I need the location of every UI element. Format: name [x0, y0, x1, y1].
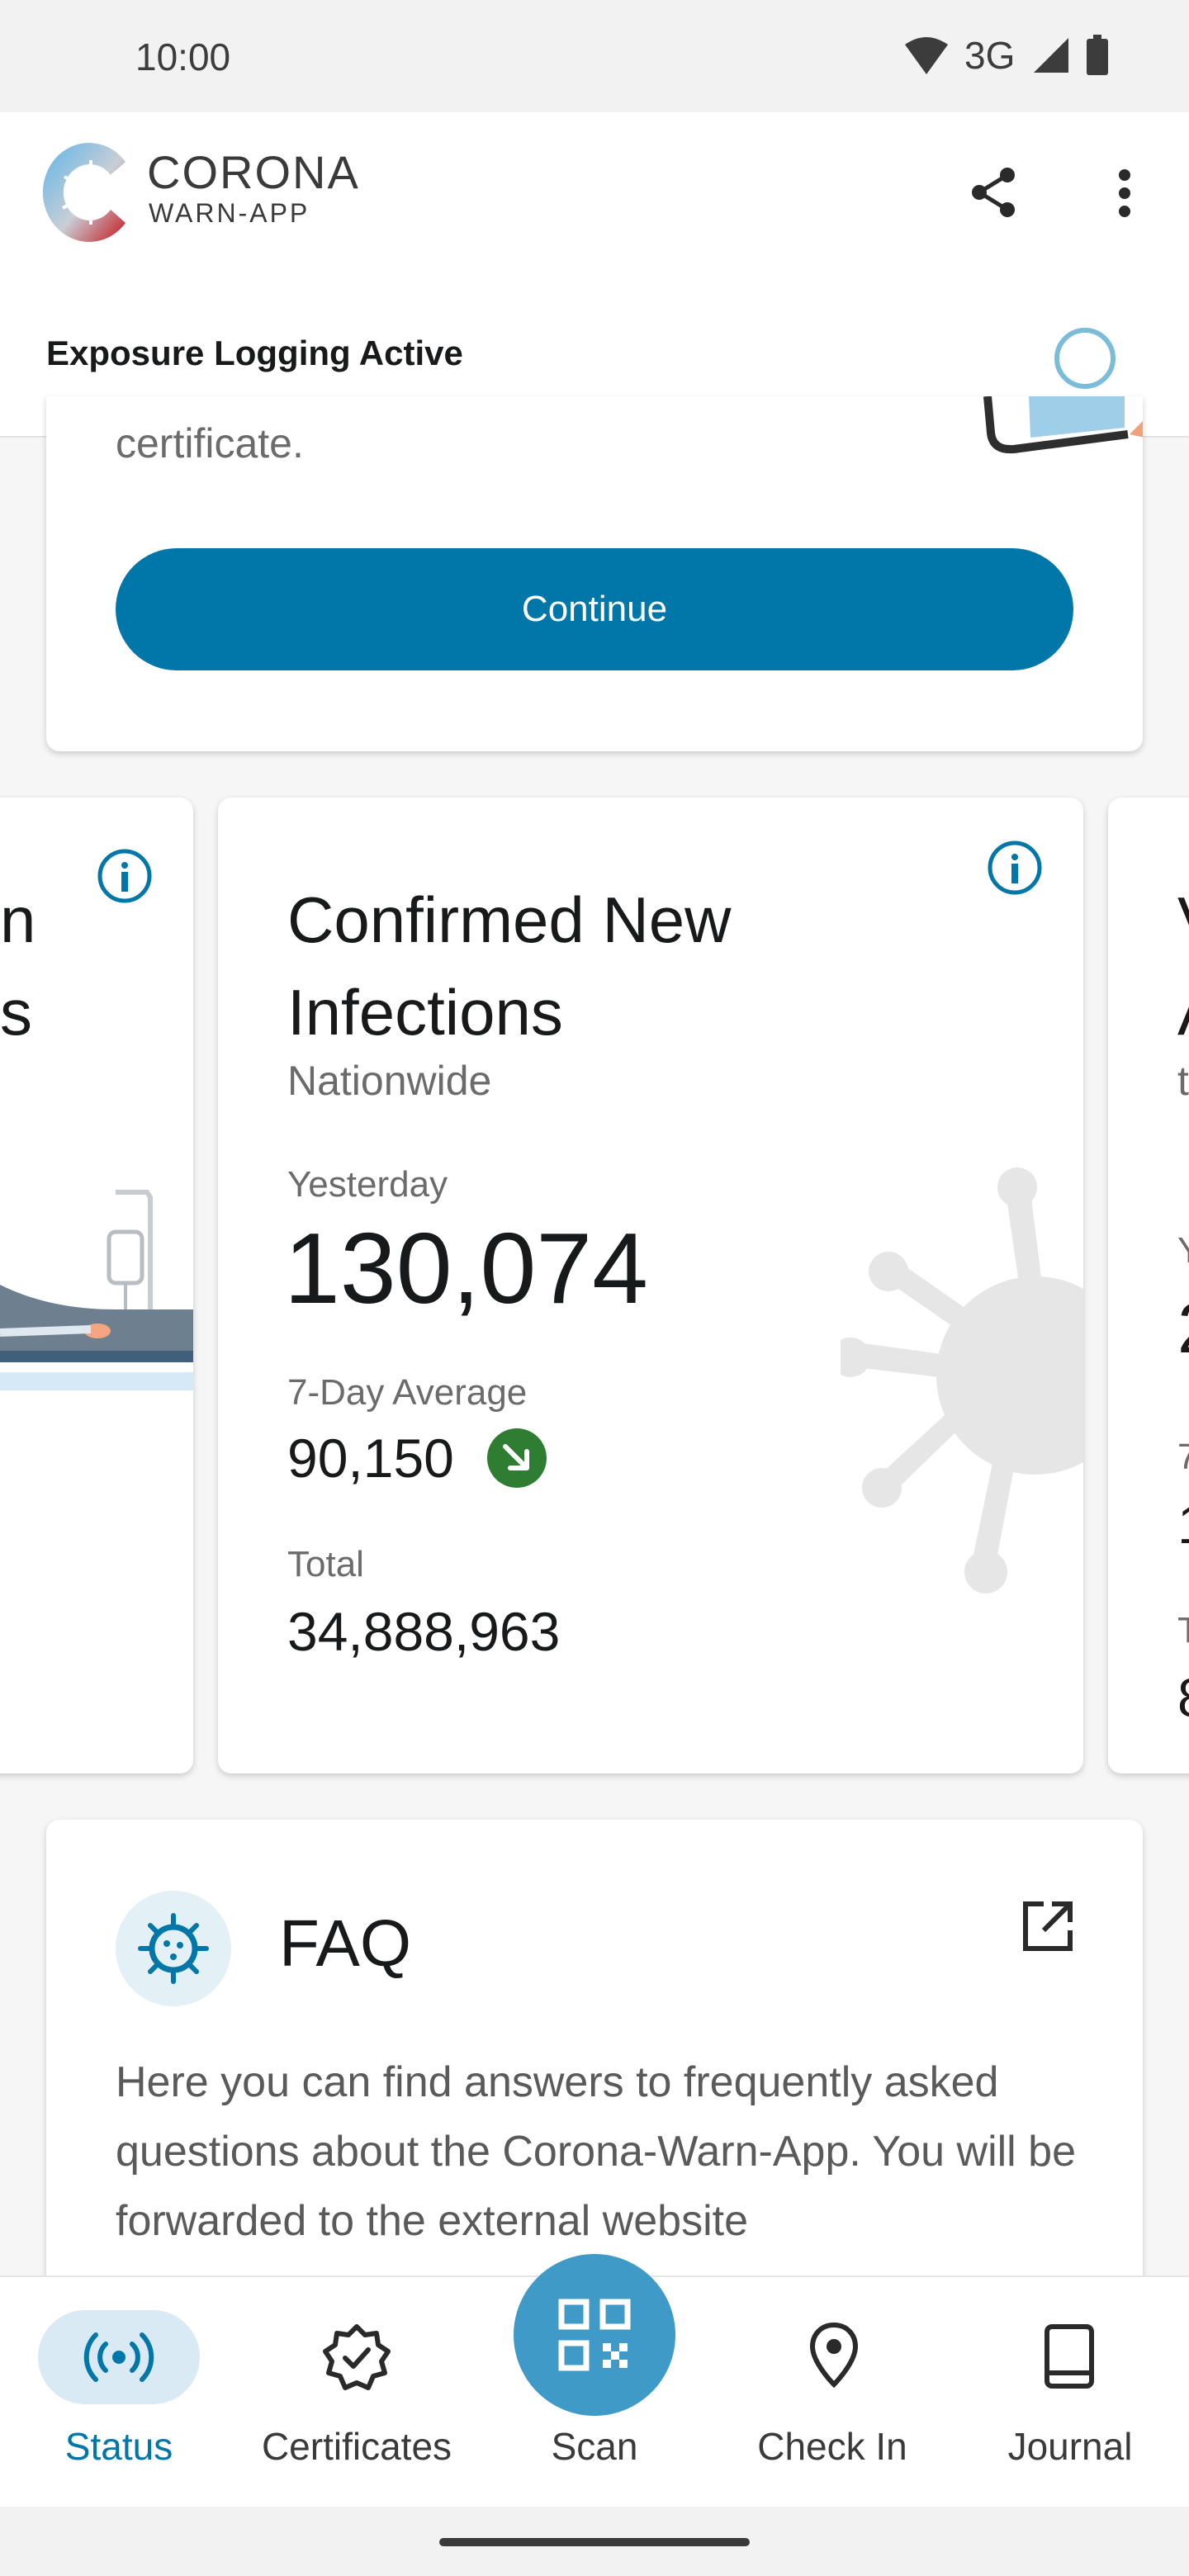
journal-book-icon[interactable] — [1042, 2323, 1097, 2389]
seven-day-average-value: 90,150 — [287, 1428, 454, 1489]
external-link-icon[interactable] — [1021, 1899, 1075, 1953]
card-partial-text: certificate. — [116, 420, 304, 466]
right-card-value-fragment: 8 — [1177, 1666, 1189, 1729]
network-type: 3G — [964, 34, 1016, 77]
right-card-label-fragment: T — [1177, 1610, 1189, 1650]
right-card-value-fragment: 2 — [1177, 1288, 1189, 1370]
corona-warn-app-logo — [43, 143, 126, 242]
phone-illustration-icon — [983, 396, 1143, 454]
hospital-bed-illustration — [0, 1190, 193, 1390]
certificates-badge-icon[interactable] — [320, 2322, 393, 2394]
info-icon[interactable] — [96, 847, 154, 905]
nav-certificates-label[interactable]: Certificates — [241, 2424, 472, 2469]
battery-icon — [1087, 35, 1108, 75]
nav-status-label[interactable]: Status — [3, 2424, 234, 2469]
faq-description: Here you can find answers to frequently … — [116, 2058, 1077, 2245]
total-value: 34,888,963 — [287, 1601, 561, 1662]
status-broadcast-icon[interactable] — [81, 2328, 157, 2386]
signal-icon — [1034, 38, 1068, 73]
trend-down-icon — [487, 1428, 547, 1488]
continue-button[interactable]: Continue — [116, 548, 1073, 670]
check-in-location-icon[interactable] — [809, 2322, 859, 2388]
left-card-title-fragment: ns — [0, 883, 36, 1049]
nav-journal-label[interactable]: Journal — [955, 2424, 1186, 2469]
faq-title: FAQ — [279, 1906, 412, 1980]
exposure-logging-status[interactable]: Exposure Logging Active — [46, 334, 463, 373]
virus-illustration — [841, 1167, 1083, 1593]
right-card-value-fragment: 1 — [1177, 1493, 1189, 1556]
logo-subtitle: WARN-APP — [149, 198, 310, 228]
yesterday-label: Yesterday — [287, 1164, 448, 1205]
faq-virus-icon — [116, 1891, 231, 2006]
exposure-status-ring-icon — [1054, 328, 1116, 389]
right-card-label-fragment: Y — [1177, 1230, 1189, 1271]
more-options-icon[interactable] — [1116, 168, 1133, 218]
nav-scan-label[interactable]: Scan — [479, 2424, 710, 2469]
share-icon[interactable] — [971, 167, 1016, 218]
wifi-icon — [905, 37, 948, 74]
right-card-title-fragment: VA — [1177, 874, 1189, 1058]
logo-title: CORONA — [147, 146, 360, 198]
stats-subtitle: Nationwide — [287, 1058, 492, 1104]
info-icon[interactable] — [986, 839, 1044, 897]
right-card-subtitle-fragment: t — [1177, 1058, 1189, 1104]
nav-check-in-label[interactable]: Check In — [717, 2424, 948, 2469]
stats-title: Confirmed New Infections — [287, 883, 732, 1049]
total-label: Total — [287, 1544, 364, 1584]
yesterday-value: 130,074 — [284, 1212, 648, 1324]
right-card-label-fragment: 7 — [1177, 1437, 1189, 1477]
home-gesture-handle[interactable] — [439, 2538, 750, 2546]
status-time: 10:00 — [135, 36, 231, 78]
qr-code-icon[interactable] — [558, 2299, 631, 2371]
seven-day-average-label: 7-Day Average — [287, 1372, 528, 1413]
